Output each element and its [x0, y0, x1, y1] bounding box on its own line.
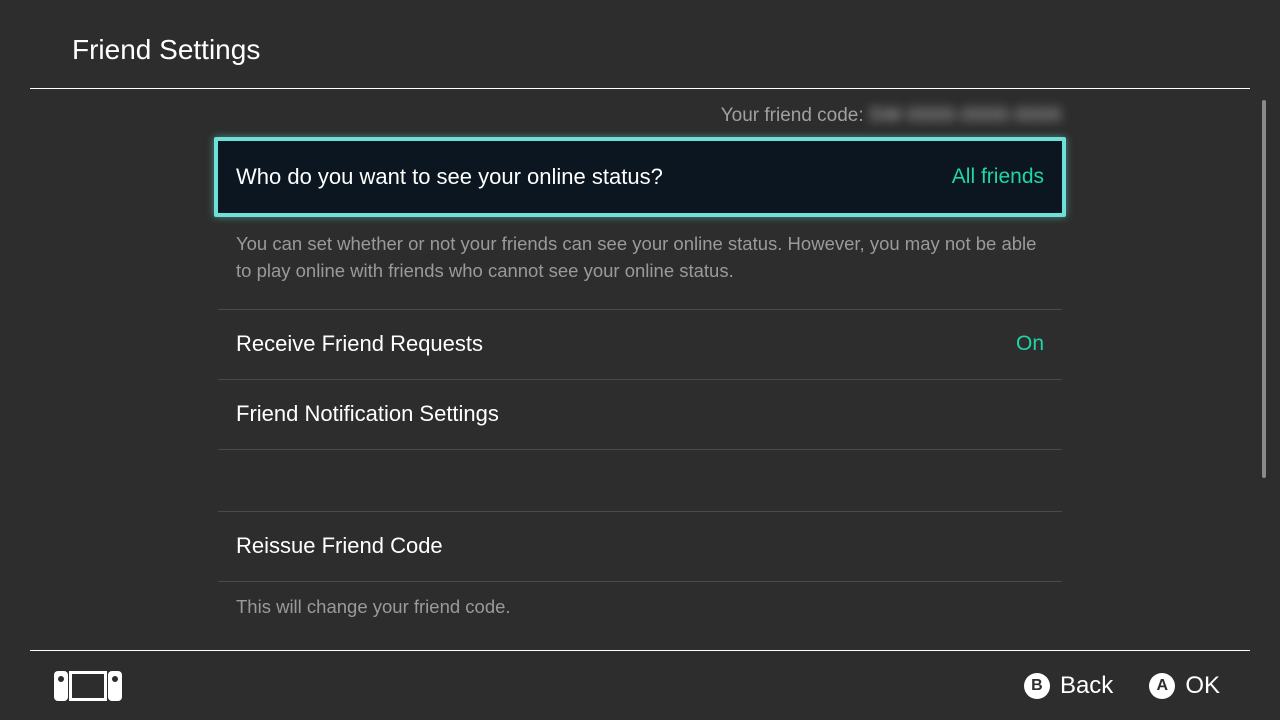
notification-settings-label: Friend Notification Settings — [236, 401, 499, 427]
reissue-friend-code-label: Reissue Friend Code — [236, 533, 443, 559]
online-status-value: All friends — [952, 165, 1044, 189]
friend-code-row: Your friend code: SW-0000-0000-0000 — [218, 101, 1062, 137]
reissue-friend-code-row[interactable]: Reissue Friend Code — [218, 512, 1062, 582]
scrollbar[interactable] — [1262, 100, 1266, 640]
b-button-icon: B — [1024, 673, 1050, 699]
ok-button[interactable]: A OK — [1149, 672, 1220, 700]
page-header: Friend Settings — [0, 0, 1280, 88]
back-button[interactable]: B Back — [1024, 672, 1113, 700]
scrollbar-thumb[interactable] — [1262, 100, 1266, 478]
online-status-description: You can set whether or not your friends … — [218, 217, 1062, 310]
online-status-row[interactable]: Who do you want to see your online statu… — [214, 137, 1066, 217]
console-icon — [54, 671, 122, 701]
friend-code-value: SW-0000-0000-0000 — [869, 105, 1062, 127]
reissue-friend-code-description: This will change your friend code. — [218, 582, 1062, 628]
receive-requests-value: On — [1016, 332, 1044, 356]
footer-buttons: B Back A OK — [1024, 672, 1220, 700]
settings-list: Your friend code: SW-0000-0000-0000 Who … — [218, 89, 1062, 628]
page-title: Friend Settings — [72, 34, 1280, 66]
spacer-row — [218, 450, 1062, 512]
ok-label: OK — [1185, 672, 1220, 700]
back-label: Back — [1060, 672, 1113, 700]
a-button-icon: A — [1149, 673, 1175, 699]
online-status-label: Who do you want to see your online statu… — [236, 164, 663, 190]
footer-bar: B Back A OK — [30, 650, 1250, 720]
friend-code-label: Your friend code: — [721, 105, 864, 126]
receive-requests-label: Receive Friend Requests — [236, 331, 483, 357]
receive-requests-row[interactable]: Receive Friend Requests On — [218, 310, 1062, 380]
notification-settings-row[interactable]: Friend Notification Settings — [218, 380, 1062, 450]
